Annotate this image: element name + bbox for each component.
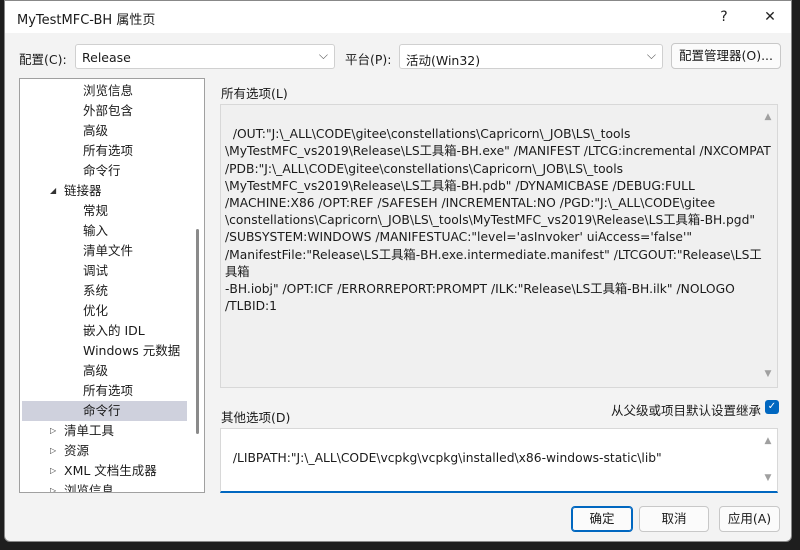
other-options-text: /LIBPATH:"J:\_ALL\CODE\vcpkg\vcpkg\insta… (232, 451, 662, 466)
tree-item[interactable]: 所有选项 (83, 141, 133, 161)
window-title: MyTestMFC-BH 属性页 (17, 13, 156, 28)
tree-item[interactable]: 所有选项 (83, 381, 133, 401)
collapsed-arrow-icon[interactable]: ▷ (50, 466, 56, 475)
tree-item[interactable]: 浏览信息 (64, 481, 114, 492)
all-options-label: 所有选项(L) (221, 86, 288, 101)
config-value: Release (82, 50, 131, 65)
tree-item[interactable]: 嵌入的 IDL (83, 321, 145, 341)
tree-item[interactable]: 命令行 (83, 401, 121, 421)
tree-item[interactable]: Windows 元数据 (83, 341, 180, 361)
config-label: 配置(C): (19, 52, 67, 67)
expanded-arrow-icon[interactable]: ◢ (50, 186, 56, 195)
tree-item[interactable]: 优化 (83, 301, 108, 321)
help-button[interactable]: ? (709, 5, 739, 29)
platform-dropdown[interactable]: 活动(Win32) ⌵ (399, 44, 663, 69)
tree-item[interactable]: 浏览信息 (83, 81, 133, 101)
scroll-up-icon[interactable]: ▲ (761, 109, 775, 126)
tree-item[interactable]: 链接器 (64, 181, 102, 201)
platform-label: 平台(P): (345, 52, 392, 67)
ok-button[interactable]: 确定 (571, 506, 633, 532)
apply-button[interactable]: 应用(A) (719, 506, 780, 532)
tree-item[interactable]: 调试 (83, 261, 108, 281)
other-options-textbox[interactable]: /LIBPATH:"J:\_ALL\CODE\vcpkg\vcpkg\insta… (220, 428, 778, 493)
chevron-down-icon: ⌵ (646, 48, 656, 62)
tree-item[interactable]: 常规 (83, 201, 108, 221)
tree-item[interactable]: 命令行 (83, 161, 121, 181)
tree-item[interactable]: 外部包含 (83, 101, 133, 121)
tree-item[interactable]: 清单工具 (64, 421, 114, 441)
tree-item[interactable]: 高级 (83, 361, 108, 381)
close-button[interactable]: ✕ (755, 5, 785, 29)
tree-item[interactable]: 高级 (83, 121, 108, 141)
all-options-textbox[interactable]: /OUT:"J:\_ALL\CODE\gitee\constellations\… (220, 104, 778, 388)
tree-item[interactable]: 资源 (64, 441, 89, 461)
cancel-button[interactable]: 取消 (639, 506, 709, 532)
inherit-checkbox[interactable]: ✓ (765, 400, 779, 414)
platform-value: 活动(Win32) (406, 53, 481, 68)
config-dropdown[interactable]: Release ⌵ (75, 44, 335, 69)
tree-item[interactable]: 清单文件 (83, 241, 133, 261)
collapsed-arrow-icon[interactable]: ▷ (50, 486, 56, 492)
tree-item[interactable]: XML 文档生成器 (64, 461, 157, 481)
collapsed-arrow-icon[interactable]: ▷ (50, 426, 56, 435)
collapsed-arrow-icon[interactable]: ▷ (50, 446, 56, 455)
title-bar: MyTestMFC-BH 属性页 ? ✕ (5, 1, 791, 33)
other-options-label: 其他选项(D) (221, 410, 291, 425)
property-pages-dialog: MyTestMFC-BH 属性页 ? ✕ 配置(C): Release ⌵ 平台(… (4, 0, 792, 542)
inherit-label: 从父级或项目默认设置继承 (611, 403, 762, 418)
tree-scrollbar[interactable] (196, 229, 199, 434)
property-tree[interactable]: 浏览信息 外部包含 高级 所有选项 命令行 ◢ 链接器 常规 输入 清单文件 调试 系统 优化 嵌入的 I… (19, 78, 205, 493)
scroll-down-icon[interactable]: ▼ (761, 366, 775, 383)
scroll-down-icon[interactable]: ▼ (761, 470, 775, 487)
chevron-down-icon: ⌵ (318, 48, 328, 62)
tree-item[interactable]: 输入 (83, 221, 108, 241)
scroll-up-icon[interactable]: ▲ (761, 433, 775, 450)
config-manager-button[interactable]: 配置管理器(O)... (671, 43, 781, 69)
tree-item[interactable]: 系统 (83, 281, 108, 301)
all-options-text: /OUT:"J:\_ALL\CODE\gitee\constellations\… (225, 127, 771, 314)
